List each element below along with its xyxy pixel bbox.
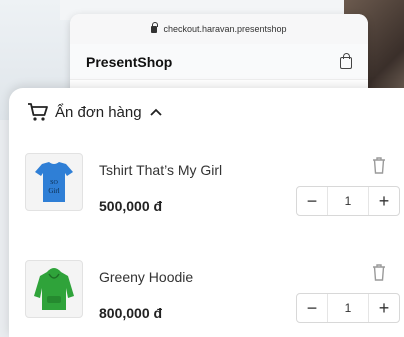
url-text: checkout.haravan.presentshop [163,24,287,34]
address-bar[interactable]: checkout.haravan.presentshop [70,14,368,44]
product-price: 500,000 đ [99,198,163,214]
quantity-stepper: − 1 + [296,186,400,216]
trash-icon[interactable] [372,264,386,281]
svg-text:SO: SO [50,180,58,186]
decrement-button[interactable]: − [297,187,327,215]
tshirt-image: SO Girl [35,162,73,202]
site-name[interactable]: PresentShop [86,54,172,70]
increment-button[interactable]: + [369,294,399,322]
lock-icon [151,21,159,33]
order-summary-panel: Ẩn đơn hàng SO Girl Tshirt That’s My Gir… [9,88,404,337]
cart-item: SO Girl Tshirt That’s My Girl 500,000 đ … [25,153,400,223]
cart-item: Greeny Hoodie 800,000 đ − 1 + [25,260,400,330]
chevron-up-icon [149,108,162,116]
quantity-value[interactable]: 1 [327,294,369,322]
svg-text:Girl: Girl [48,187,59,195]
quantity-value[interactable]: 1 [327,187,369,215]
product-name: Tshirt That’s My Girl [99,162,223,178]
hide-order-toggle[interactable]: Ẩn đơn hàng [27,102,162,122]
decrement-button[interactable]: − [297,294,327,322]
quantity-stepper: − 1 + [296,293,400,323]
product-image: SO Girl [25,153,83,211]
product-price: 800,000 đ [99,305,163,321]
hide-order-label: Ẩn đơn hàng [55,103,142,121]
product-name: Greeny Hoodie [99,269,194,285]
shopping-cart-icon [28,103,48,121]
hoodie-image [34,268,74,310]
trash-icon[interactable] [372,157,386,174]
site-header: PresentShop [70,44,368,80]
increment-button[interactable]: + [369,187,399,215]
product-image [25,260,83,318]
shopping-bag-icon[interactable] [340,53,352,69]
